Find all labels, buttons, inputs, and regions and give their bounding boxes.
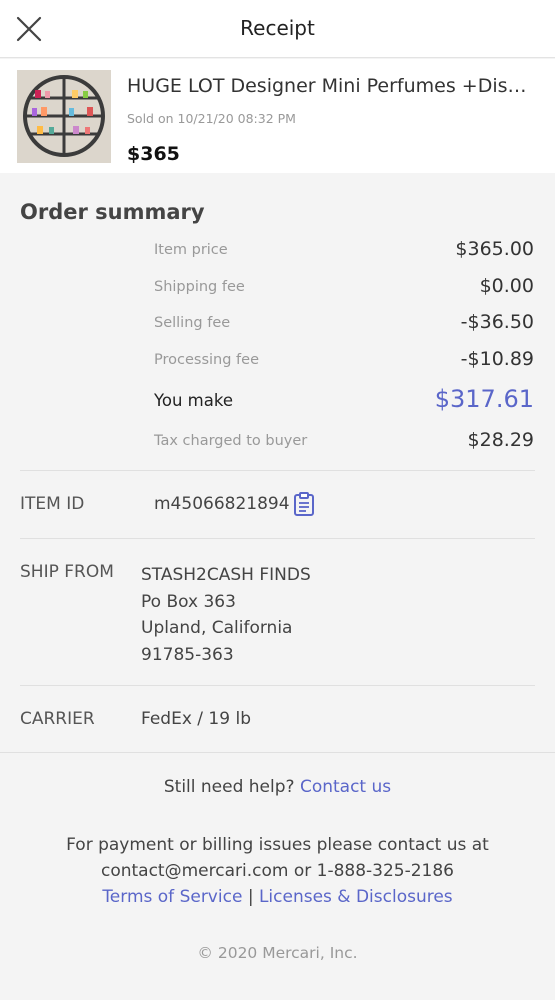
carrier-label: CARRIER	[20, 709, 95, 729]
billing-line2: contact@mercari.com or 1-888-325-2186	[100, 861, 454, 881]
ship-from-line2: Upland, California	[141, 618, 293, 638]
summary-row-you-make: You make $317.61	[154, 385, 534, 415]
summary-label: Processing fee	[154, 352, 259, 368]
summary-row-item-price: Item price $365.00	[154, 238, 534, 264]
summary-label: Shipping fee	[154, 279, 245, 295]
link-separator: |	[247, 887, 254, 907]
summary-row-selling-fee: Selling fee -$36.50	[154, 311, 534, 337]
item-price: $365	[127, 143, 180, 165]
contact-us-link[interactable]: Contact us	[300, 777, 391, 797]
item-card[interactable]: HUGE LOT Designer Mini Perfumes +Display…	[0, 59, 555, 173]
item-title: HUGE LOT Designer Mini Perfumes +Display…	[127, 75, 537, 97]
summary-value: -$10.89	[460, 348, 534, 370]
summary-value: $0.00	[479, 275, 534, 297]
summary-label: Tax charged to buyer	[154, 433, 308, 449]
order-summary-title: Order summary	[20, 200, 205, 224]
sold-date: Sold on 10/21/20 08:32 PM	[127, 111, 296, 126]
divider	[20, 685, 535, 686]
ship-from-address: STASH2CASH FINDS Po Box 363 Upland, Cali…	[141, 562, 311, 668]
billing-line1: For payment or billing issues please con…	[66, 835, 489, 855]
summary-value: -$36.50	[460, 311, 534, 333]
item-thumbnail[interactable]	[17, 70, 111, 163]
licenses-disclosures-link[interactable]: Licenses & Disclosures	[259, 887, 453, 907]
divider	[20, 470, 535, 471]
ship-from-line1: Po Box 363	[141, 591, 236, 612]
divider	[0, 752, 555, 753]
billing-info: For payment or billing issues please con…	[0, 832, 555, 910]
summary-row-shipping-fee: Shipping fee $0.00	[154, 275, 534, 301]
help-line: Still need help? Contact us	[0, 777, 555, 797]
ship-from-label: SHIP FROM	[20, 562, 114, 582]
carrier-value: FedEx / 19 lb	[141, 709, 251, 729]
copy-clipboard-icon[interactable]	[293, 492, 315, 516]
you-make-amount: $317.61	[434, 385, 534, 413]
summary-value: $365.00	[455, 238, 534, 260]
summary-label: You make	[154, 391, 233, 410]
page-title: Receipt	[240, 16, 315, 40]
help-text: Still need help?	[163, 777, 295, 797]
header-bar: Receipt	[0, 0, 555, 58]
ship-from-line3: 91785-363	[141, 644, 234, 665]
ship-from-name: STASH2CASH FINDS	[141, 565, 311, 585]
terms-of-service-link[interactable]: Terms of Service	[102, 887, 242, 907]
summary-row-tax: Tax charged to buyer $28.29	[154, 429, 534, 455]
item-id-value: m45066821894	[154, 494, 290, 514]
summary-label: Item price	[154, 242, 228, 258]
summary-label: Selling fee	[154, 315, 231, 331]
copyright: © 2020 Mercari, Inc.	[197, 944, 358, 962]
summary-row-processing-fee: Processing fee -$10.89	[154, 348, 534, 374]
divider	[20, 538, 535, 539]
item-id-label: ITEM ID	[20, 494, 85, 514]
summary-value: $28.29	[467, 429, 534, 451]
